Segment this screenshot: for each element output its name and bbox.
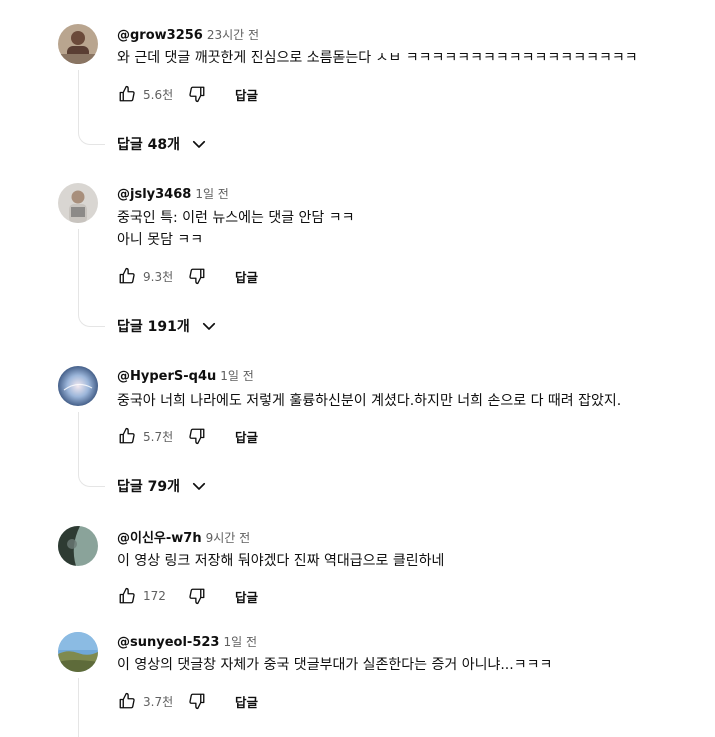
author-name[interactable]: @jsly3468 bbox=[117, 187, 191, 202]
like-count: 5.7천 bbox=[143, 429, 174, 444]
comment-header: @HyperS-q4u 1일 전 bbox=[117, 367, 254, 384]
like-icon[interactable] bbox=[117, 426, 137, 446]
chevron-down-icon bbox=[190, 135, 208, 153]
timestamp[interactable]: 9시간 전 bbox=[206, 531, 251, 545]
replies-label: 답글 191개 bbox=[117, 319, 190, 335]
like-count: 3.7천 bbox=[143, 694, 174, 709]
dislike-icon[interactable] bbox=[187, 266, 207, 286]
reply-button[interactable]: 답글 bbox=[235, 587, 258, 606]
author-name[interactable]: @sunyeol-523 bbox=[117, 635, 219, 650]
like-count: 5.6천 bbox=[143, 87, 174, 102]
comment-actions: 5.7천 답글 bbox=[117, 424, 258, 448]
avatar[interactable] bbox=[58, 366, 98, 406]
avatar[interactable] bbox=[58, 526, 98, 566]
comment-actions: 172 답글 bbox=[117, 584, 258, 608]
dislike-icon[interactable] bbox=[187, 691, 207, 711]
thread-curve bbox=[78, 130, 105, 145]
view-replies-button[interactable]: 답글 48개 bbox=[117, 132, 208, 156]
like-icon[interactable] bbox=[117, 84, 137, 104]
reply-button[interactable]: 답글 bbox=[235, 692, 258, 711]
thread-line bbox=[78, 229, 79, 313]
replies-label: 답글 48개 bbox=[117, 137, 180, 153]
dislike-icon[interactable] bbox=[187, 84, 207, 104]
like-count: 172 bbox=[143, 589, 166, 603]
thread-curve bbox=[78, 472, 105, 487]
comment-text: 이 영상 링크 저장해 둬야겠다 진짜 역대급으로 클린하네 bbox=[117, 553, 445, 569]
like-count: 9.3천 bbox=[143, 269, 174, 284]
author-name[interactable]: @HyperS-q4u bbox=[117, 369, 216, 384]
timestamp[interactable]: 1일 전 bbox=[195, 187, 229, 201]
dislike-icon[interactable] bbox=[187, 586, 207, 606]
view-replies-button[interactable]: 답글 79개 bbox=[117, 474, 208, 498]
timestamp[interactable]: 1일 전 bbox=[223, 635, 257, 649]
thread-line bbox=[78, 70, 79, 132]
chevron-down-icon bbox=[190, 477, 208, 495]
reply-button[interactable]: 답글 bbox=[235, 427, 258, 446]
reply-button[interactable]: 답글 bbox=[235, 85, 258, 104]
comment-text: 이 영상의 댓글창 자체가 중국 댓글부대가 실존한다는 증거 아니냐...ㅋㅋ… bbox=[117, 657, 553, 673]
comment-header: @jsly3468 1일 전 bbox=[117, 185, 229, 202]
comment-header: @이신우-w7h 9시간 전 bbox=[117, 527, 250, 546]
comment-actions: 9.3천 답글 bbox=[117, 264, 258, 288]
chevron-down-icon bbox=[200, 317, 218, 335]
thread-line bbox=[78, 678, 79, 737]
comment-header: @grow3256 23시간 전 bbox=[117, 26, 259, 43]
replies-label: 답글 79개 bbox=[117, 479, 180, 495]
like-icon[interactable] bbox=[117, 266, 137, 286]
comment-header: @sunyeol-523 1일 전 bbox=[117, 633, 257, 650]
comment-text: 중국아 너희 나라에도 저렇게 훌륭하신분이 계셨다.하지만 너희 손으로 다 … bbox=[117, 393, 622, 409]
timestamp[interactable]: 1일 전 bbox=[220, 369, 254, 383]
like-icon[interactable] bbox=[117, 691, 137, 711]
author-name[interactable]: @이신우-w7h bbox=[117, 531, 202, 546]
avatar[interactable] bbox=[58, 183, 98, 223]
author-name[interactable]: @grow3256 bbox=[117, 28, 203, 43]
timestamp[interactable]: 23시간 전 bbox=[207, 28, 259, 42]
avatar[interactable] bbox=[58, 24, 98, 64]
thread-curve bbox=[78, 312, 105, 327]
like-icon[interactable] bbox=[117, 586, 137, 606]
comment-text: 중국인 특: 이런 뉴스에는 댓글 안담 ㅋㅋ 아니 못담 ㅋㅋ bbox=[117, 210, 355, 248]
reply-button[interactable]: 답글 bbox=[235, 267, 258, 286]
thread-line bbox=[78, 412, 79, 473]
view-replies-button[interactable]: 답글 191개 bbox=[117, 314, 218, 338]
comment-actions: 3.7천 답글 bbox=[117, 689, 258, 713]
dislike-icon[interactable] bbox=[187, 426, 207, 446]
avatar[interactable] bbox=[58, 632, 98, 672]
comment-text: 와 근데 댓글 깨끗한게 진심으로 소름돋는다 ㅅㅂ ㅋㅋㅋㅋㅋㅋㅋㅋㅋㅋㅋㅋㅋ… bbox=[117, 50, 638, 66]
comment-actions: 5.6천 답글 bbox=[117, 82, 258, 106]
